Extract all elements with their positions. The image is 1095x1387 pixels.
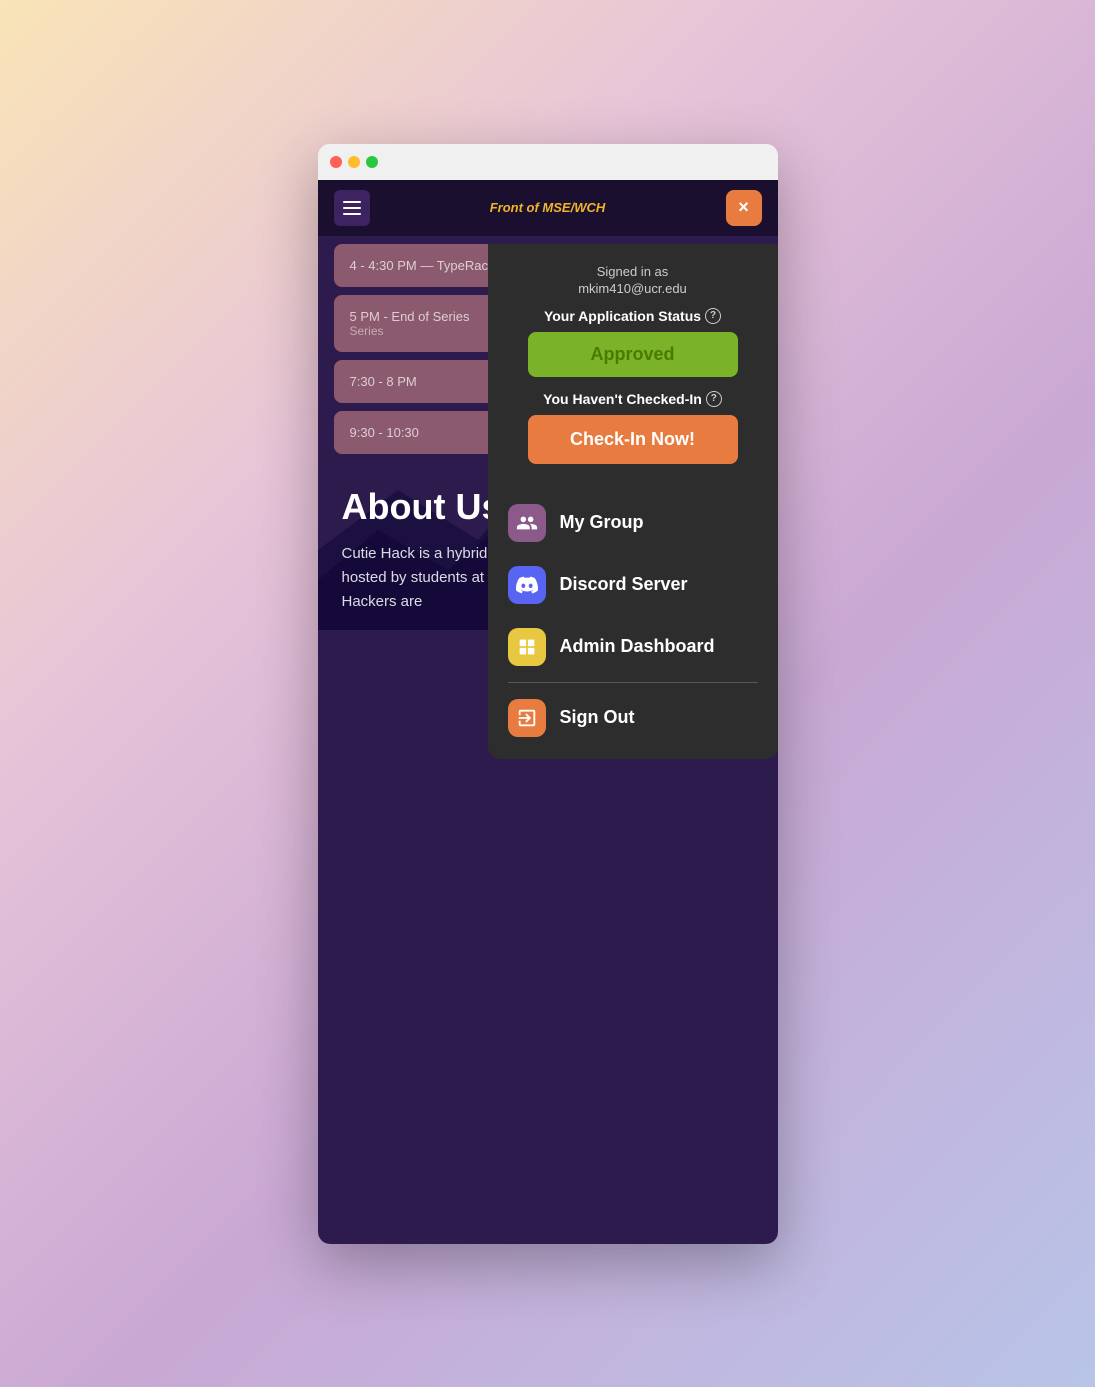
signout-label: Sign Out bbox=[560, 707, 635, 728]
help-icon[interactable]: ? bbox=[705, 308, 721, 324]
close-button[interactable]: × bbox=[726, 190, 762, 226]
dot-minimize[interactable] bbox=[348, 156, 360, 168]
menu-item-signout[interactable]: Sign Out bbox=[488, 687, 778, 749]
discord-icon bbox=[508, 566, 546, 604]
dropdown-menu-items: My Group Discord Server bbox=[488, 492, 778, 749]
menu-item-admin[interactable]: Admin Dashboard bbox=[488, 616, 778, 678]
menu-item-discord[interactable]: Discord Server bbox=[488, 554, 778, 616]
dot-fullscreen[interactable] bbox=[366, 156, 378, 168]
admin-icon bbox=[508, 628, 546, 666]
group-icon bbox=[508, 504, 546, 542]
browser-dots bbox=[330, 156, 378, 168]
dropdown-header: Signed in as mkim410@ucr.edu Your Applic… bbox=[488, 264, 778, 486]
user-email: mkim410@ucr.edu bbox=[508, 281, 758, 296]
browser-titlebar bbox=[318, 144, 778, 180]
app-header: Front of MSE/WCH × bbox=[318, 180, 778, 236]
schedule-area: 4 - 4:30 PM — TypeRacer Tournament 5 PM … bbox=[318, 244, 778, 454]
admin-label: Admin Dashboard bbox=[560, 636, 715, 657]
signed-in-label: Signed in as bbox=[508, 264, 758, 279]
application-status-label: Your Application Status ? bbox=[508, 308, 758, 324]
menu-divider bbox=[508, 682, 758, 683]
menu-button[interactable] bbox=[334, 190, 370, 226]
approved-button: Approved bbox=[528, 332, 738, 377]
about-title: About Us bbox=[342, 486, 502, 528]
checkin-help-icon[interactable]: ? bbox=[706, 391, 722, 407]
checkin-button[interactable]: Check-In Now! bbox=[528, 415, 738, 464]
menu-item-my-group[interactable]: My Group bbox=[488, 492, 778, 554]
checkin-status-label: You Haven't Checked-In ? bbox=[528, 391, 738, 407]
page-title: Front of MSE/WCH bbox=[490, 200, 606, 215]
dropdown-menu: Signed in as mkim410@ucr.edu Your Applic… bbox=[488, 244, 778, 759]
signout-icon bbox=[508, 699, 546, 737]
discord-label: Discord Server bbox=[560, 574, 688, 595]
browser-window: Front of MSE/WCH × 4 - 4:30 PM — TypeRac… bbox=[318, 144, 778, 1244]
dot-close[interactable] bbox=[330, 156, 342, 168]
my-group-label: My Group bbox=[560, 512, 644, 533]
app-content: Front of MSE/WCH × 4 - 4:30 PM — TypeRac… bbox=[318, 180, 778, 1244]
